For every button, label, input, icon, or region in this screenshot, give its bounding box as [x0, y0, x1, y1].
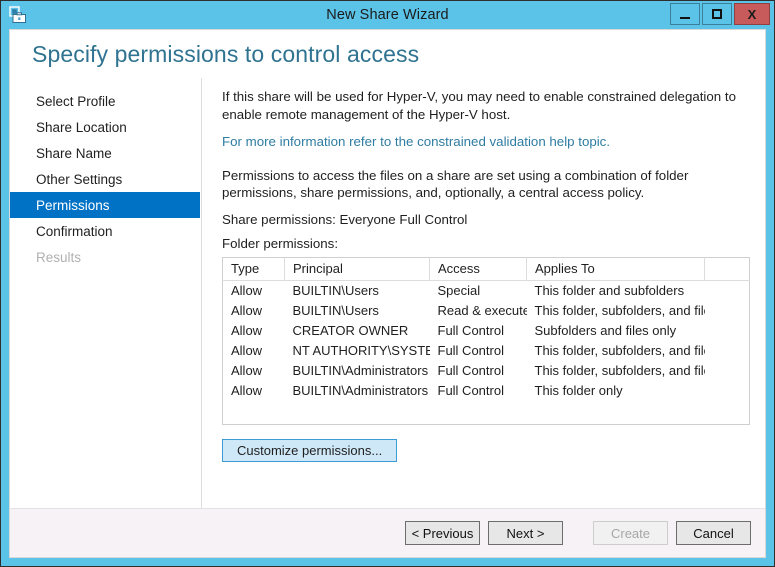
cell-principal: NT AUTHORITY\SYSTEM — [292, 342, 430, 358]
title-bar: New Share Wizard X — [1, 1, 774, 29]
minimize-button[interactable] — [670, 3, 700, 25]
sidebar-item-other-settings[interactable]: Other Settings — [10, 166, 200, 192]
cell-type: Allow — [231, 282, 263, 298]
cell-blank — [705, 300, 750, 320]
table-row[interactable]: Allow BUILTIN\Users Special This folder … — [222, 280, 750, 300]
cell-applies-to: Subfolders and files only — [534, 322, 677, 338]
cell-principal: BUILTIN\Administrators — [292, 382, 429, 398]
cell-blank — [705, 380, 750, 400]
main-content: If this share will be used for Hyper-V, … — [202, 78, 765, 508]
cell-principal: CREATOR OWNER — [292, 322, 409, 338]
cell-access: Read & execute — [437, 302, 527, 318]
folder-permissions-label: Folder permissions: — [222, 235, 339, 251]
sidebar-item-share-location[interactable]: Share Location — [10, 114, 200, 140]
table-header-row: Type Principal Access Applies To — [222, 257, 750, 281]
cell-type: Allow — [231, 322, 263, 338]
cell-blank — [705, 280, 750, 300]
permissions-note: Permissions to access the files on a sha… — [222, 167, 689, 201]
cell-applies-to: This folder, subfolders, and files — [534, 342, 705, 358]
minimize-icon — [680, 16, 690, 19]
table-row[interactable]: Allow BUILTIN\Administrators Full Contro… — [222, 380, 750, 400]
column-header-applies-to[interactable]: Applies To — [526, 257, 705, 281]
cell-applies-to: This folder, subfolders, and files — [534, 362, 705, 378]
cell-access: Full Control — [437, 382, 504, 398]
column-header-principal[interactable]: Principal — [284, 257, 430, 281]
cell-access: Full Control — [437, 322, 504, 338]
table-row[interactable]: Allow CREATOR OWNER Full Control Subfold… — [222, 320, 750, 340]
sidebar-item-results: Results — [36, 249, 82, 265]
cell-empty — [223, 400, 750, 424]
table-header: Type Principal Access Applies To — [222, 257, 750, 281]
cell-type: Allow — [231, 382, 263, 398]
cell-blank — [705, 360, 750, 380]
constrained-validation-help-link[interactable]: For more information refer to the constr… — [222, 133, 610, 151]
wizard-steps-sidebar: Select Profile Share Location Share Name… — [10, 78, 202, 508]
table-empty-space — [222, 400, 750, 424]
wizard-footer: < Previous Next > Create Cancel — [10, 508, 765, 557]
cell-access: Special — [437, 282, 481, 298]
cell-principal: BUILTIN\Administrators — [292, 362, 429, 378]
page-header: Specify permissions to control access — [10, 30, 765, 78]
cell-access: Full Control — [437, 342, 504, 358]
hyperv-note: If this share will be used for Hyper-V, … — [222, 89, 736, 122]
cell-blank — [705, 340, 750, 360]
body-area: Select Profile Share Location Share Name… — [10, 78, 765, 508]
previous-button[interactable]: < Previous — [405, 521, 480, 545]
sidebar-item-select-profile[interactable]: Select Profile — [10, 88, 200, 114]
cell-type: Allow — [231, 302, 263, 318]
page-title: Specify permissions to control access — [32, 40, 420, 67]
column-header-type[interactable]: Type — [222, 257, 285, 281]
cell-applies-to: This folder only — [534, 382, 623, 398]
close-button[interactable]: X — [734, 3, 770, 25]
maximize-icon — [712, 9, 722, 19]
customize-permissions-button[interactable]: Customize permissions... — [222, 438, 398, 462]
table-row[interactable]: Allow BUILTIN\Users Read & execute This … — [222, 300, 750, 320]
cell-applies-to: This folder and subfolders — [534, 282, 685, 298]
cell-type: Allow — [231, 362, 263, 378]
cell-principal: BUILTIN\Users — [292, 282, 379, 298]
table-body: Allow BUILTIN\Users Special This folder … — [222, 280, 750, 424]
share-permissions-line: Share permissions: Everyone Full Control — [222, 211, 468, 227]
sidebar-item-share-name[interactable]: Share Name — [10, 140, 200, 166]
table-row[interactable]: Allow BUILTIN\Administrators Full Contro… — [222, 360, 750, 380]
cell-blank — [705, 320, 750, 340]
column-header-blank[interactable] — [704, 257, 750, 281]
cancel-button[interactable]: Cancel — [676, 521, 751, 545]
window-controls: X — [668, 3, 770, 25]
cell-principal: BUILTIN\Users — [292, 302, 379, 318]
cell-access: Full Control — [437, 362, 504, 378]
share-wizard-icon — [9, 6, 27, 24]
folder-permissions-table[interactable]: Type Principal Access Applies To Allow B… — [222, 256, 750, 425]
create-button: Create — [593, 521, 668, 545]
table-row[interactable]: Allow NT AUTHORITY\SYSTEM Full Control T… — [222, 340, 750, 360]
sidebar-item-permissions[interactable]: Permissions — [10, 192, 200, 218]
next-button[interactable]: Next > — [488, 521, 563, 545]
cell-applies-to: This folder, subfolders, and files — [534, 302, 705, 318]
window-title: New Share Wizard — [326, 7, 449, 23]
client-area: Specify permissions to control access Se… — [9, 29, 766, 558]
maximize-button[interactable] — [702, 3, 732, 25]
cell-type: Allow — [231, 342, 263, 358]
new-share-wizard-window: New Share Wizard X Specify permissions t… — [0, 0, 775, 567]
column-header-access[interactable]: Access — [429, 257, 527, 281]
sidebar-item-confirmation[interactable]: Confirmation — [10, 218, 200, 244]
